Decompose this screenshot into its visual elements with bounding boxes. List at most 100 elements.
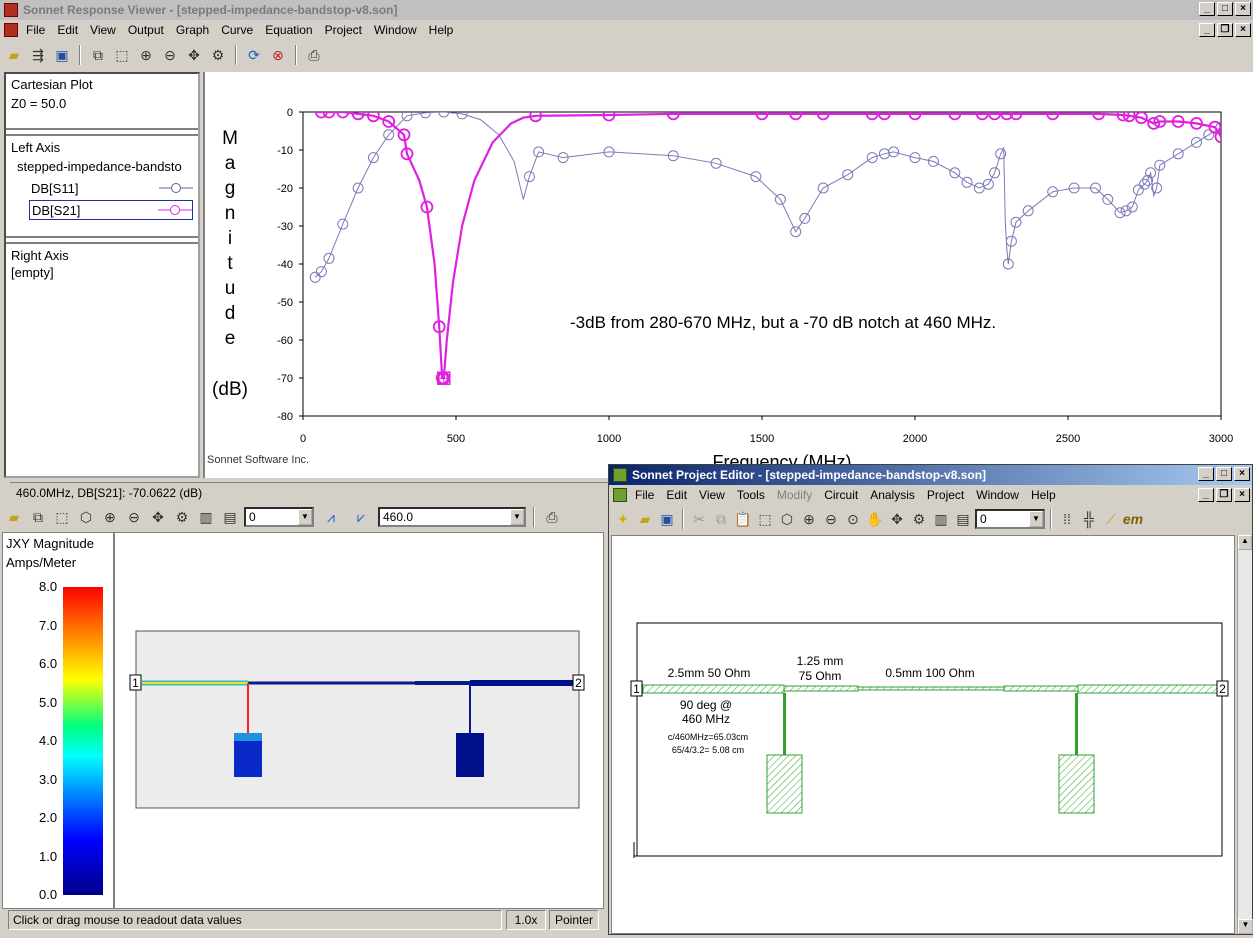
level-up-icon[interactable]: ▥: [931, 509, 951, 529]
level-down-icon[interactable]: ▤: [953, 509, 973, 529]
menu-view[interactable]: View: [84, 23, 122, 37]
segment-50-ohm[interactable]: [642, 684, 785, 694]
segment-100-ohm[interactable]: [857, 686, 1005, 691]
minimize-button[interactable]: _: [1199, 2, 1215, 16]
project-name[interactable]: stepped-impedance-bandsto: [11, 159, 193, 174]
settings-icon[interactable]: ⚙: [208, 45, 228, 65]
level-select[interactable]: 0 ▼: [244, 507, 314, 527]
editor-doc-minimize-button[interactable]: _: [1198, 488, 1214, 502]
menu-equation[interactable]: Equation: [259, 23, 318, 37]
open-folder-icon[interactable]: ▰: [4, 507, 24, 527]
editor-menu-edit[interactable]: Edit: [660, 488, 693, 502]
settings-icon[interactable]: ⚙: [172, 507, 192, 527]
editor-menu-window[interactable]: Window: [970, 488, 1025, 502]
em-icon[interactable]: em: [1123, 509, 1143, 529]
stop-icon[interactable]: ⊗: [268, 45, 288, 65]
copy-icon[interactable]: ⧉: [711, 509, 731, 529]
open-folder-icon[interactable]: ▰: [4, 45, 24, 65]
segment-75-ohm[interactable]: [783, 685, 859, 692]
menu-help[interactable]: Help: [423, 23, 460, 37]
menu-output[interactable]: Output: [122, 23, 170, 37]
paste-icon[interactable]: 📋: [733, 509, 753, 529]
editor-minimize-button[interactable]: _: [1198, 467, 1214, 481]
magnitude-chart[interactable]: 0 -10 -20 -30 -40 -50 -60 -70 -80 0 500 1000 1500 200…: [205, 72, 1253, 478]
editor-doc-restore-button[interactable]: ❐: [1216, 488, 1232, 502]
circuit-layout[interactable]: 1 2 2.5mm 50 Ohm 1.25 mm 75 Ohm 0.5mm 10…: [612, 536, 1236, 935]
editor-menu-circuit[interactable]: Circuit: [818, 488, 864, 502]
level-up-icon[interactable]: ▥: [196, 507, 216, 527]
doc-minimize-button[interactable]: _: [1199, 23, 1215, 37]
save-icon[interactable]: ▣: [657, 509, 677, 529]
circuit-layout-view[interactable]: 1 2 2.5mm 50 Ohm 1.25 mm 75 Ohm 0.5mm 10…: [611, 535, 1235, 934]
stub-2-pad[interactable]: [1058, 754, 1095, 814]
save-icon[interactable]: ▣: [52, 45, 72, 65]
zoom-in-icon[interactable]: ⊕: [799, 509, 819, 529]
stub-1-line[interactable]: [783, 693, 786, 755]
editor-close-button[interactable]: ×: [1234, 467, 1250, 481]
project-editor-titlebar[interactable]: Sonnet Project Editor - [stepped-impedan…: [609, 465, 1252, 485]
editor-menu-analysis[interactable]: Analysis: [864, 488, 921, 502]
editor-doc-close-button[interactable]: ×: [1234, 488, 1250, 502]
zoom-out-icon[interactable]: ⊖: [821, 509, 841, 529]
zoom-in-icon[interactable]: ⊕: [100, 507, 120, 527]
menu-project[interactable]: Project: [319, 23, 368, 37]
menu-window[interactable]: Window: [368, 23, 423, 37]
select-icon[interactable]: ⬚: [52, 507, 72, 527]
editor-menu-tools[interactable]: Tools: [731, 488, 771, 502]
print-icon[interactable]: ⎙: [304, 45, 324, 65]
select-icon[interactable]: ⬚: [112, 45, 132, 65]
editor-maximize-button[interactable]: □: [1216, 467, 1232, 481]
editor-menu-file[interactable]: File: [629, 488, 660, 502]
response-viewer-titlebar[interactable]: Sonnet Response Viewer - [stepped-impeda…: [0, 0, 1253, 20]
menu-graph[interactable]: Graph: [170, 23, 215, 37]
zoom-out-icon[interactable]: ⊖: [160, 45, 180, 65]
maximize-button[interactable]: □: [1217, 2, 1233, 16]
ruler-icon[interactable]: ⟋: [1101, 509, 1121, 529]
settings-icon[interactable]: ⚙: [909, 509, 929, 529]
close-button[interactable]: ×: [1235, 2, 1251, 16]
plot-area[interactable]: 0 -10 -20 -30 -40 -50 -60 -70 -80 0 500 1000 1500 200…: [203, 72, 1253, 478]
frequency-select[interactable]: 460.0 ▼: [378, 507, 526, 527]
new-file-icon[interactable]: ✦: [613, 509, 633, 529]
hand-icon[interactable]: ✋: [865, 509, 885, 529]
pointer-mode[interactable]: Pointer: [549, 910, 599, 930]
open-folder-icon[interactable]: ▰: [635, 509, 655, 529]
editor-menu-help[interactable]: Help: [1025, 488, 1062, 502]
current-layout[interactable]: 1 2: [115, 533, 605, 910]
doc-restore-button[interactable]: ❐: [1217, 23, 1233, 37]
frequency-next-icon[interactable]: ⩗: [348, 507, 374, 527]
stub-2-line[interactable]: [1075, 693, 1078, 755]
3d-view-icon[interactable]: ⬡: [76, 507, 96, 527]
scroll-down-icon[interactable]: ▼: [1238, 919, 1253, 934]
editor-level-select[interactable]: 0 ▼: [975, 509, 1045, 529]
stub-1-pad[interactable]: [766, 754, 803, 814]
add-file-icon[interactable]: ⇶: [28, 45, 48, 65]
zoom-out-icon[interactable]: ⊖: [124, 507, 144, 527]
zoom-fit-icon[interactable]: ⊙: [843, 509, 863, 529]
menu-curve[interactable]: Curve: [215, 23, 259, 37]
menu-file[interactable]: File: [20, 23, 51, 37]
frequency-prev-icon[interactable]: ⩘: [318, 507, 344, 527]
curve-s21[interactable]: DB[S21]: [29, 200, 193, 220]
editor-menu-project[interactable]: Project: [921, 488, 970, 502]
print-icon[interactable]: ⎙: [542, 507, 562, 527]
grid-icon[interactable]: ⁞⁞: [1057, 509, 1077, 529]
editor-menu-modify[interactable]: Modify: [771, 488, 818, 502]
3d-view-icon[interactable]: ⬡: [777, 509, 797, 529]
level-down-icon[interactable]: ▤: [220, 507, 240, 527]
editor-menu-view[interactable]: View: [693, 488, 731, 502]
copy-icon[interactable]: ⧉: [88, 45, 108, 65]
pan-icon[interactable]: ✥: [184, 45, 204, 65]
zoom-in-icon[interactable]: ⊕: [136, 45, 156, 65]
scroll-up-icon[interactable]: ▲: [1238, 535, 1252, 550]
cut-icon[interactable]: ✂: [689, 509, 709, 529]
menu-edit[interactable]: Edit: [51, 23, 84, 37]
editor-vertical-scrollbar[interactable]: ▲ ▼: [1237, 535, 1253, 934]
refresh-icon[interactable]: ⟳: [244, 45, 264, 65]
reference-plane-icon[interactable]: ╬: [1079, 509, 1099, 529]
curve-s11[interactable]: DB[S11]: [11, 178, 193, 198]
select-icon[interactable]: ⬚: [755, 509, 775, 529]
pan-icon[interactable]: ✥: [148, 507, 168, 527]
pan-icon[interactable]: ✥: [887, 509, 907, 529]
current-density-view[interactable]: 1 2: [114, 532, 604, 909]
